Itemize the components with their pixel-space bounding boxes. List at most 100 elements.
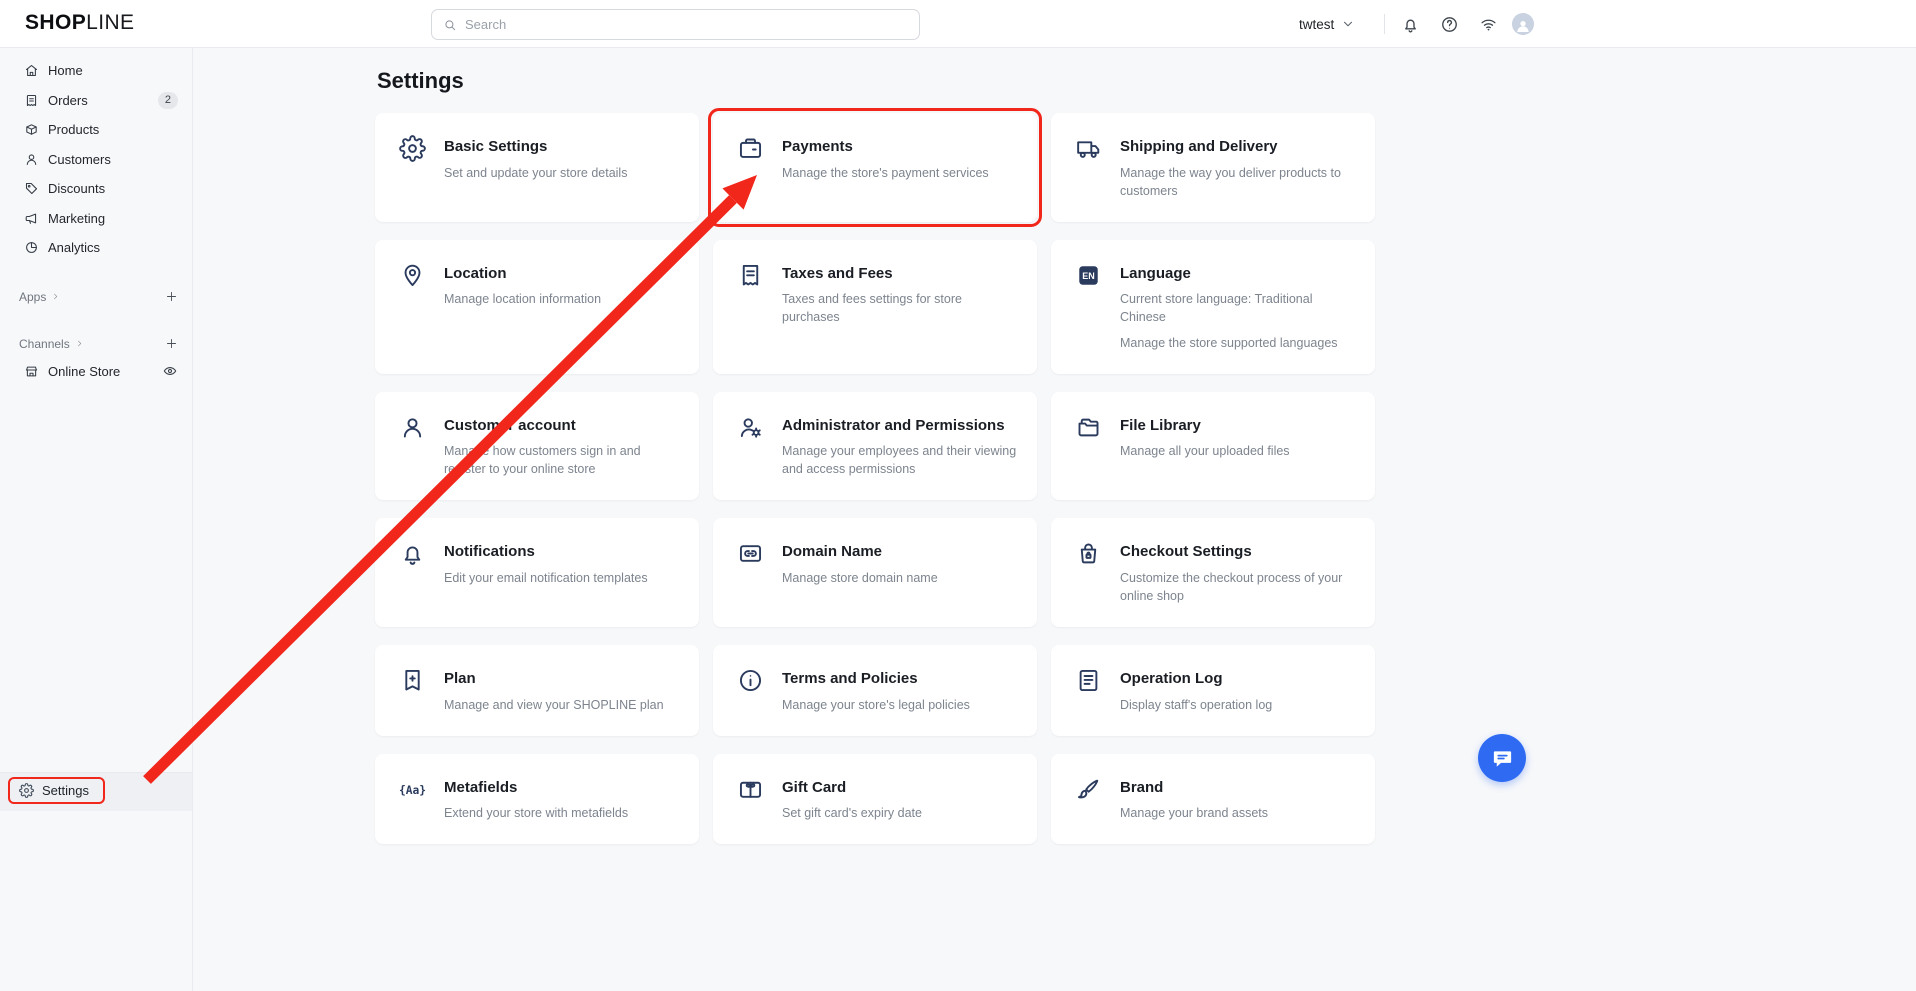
sidebar-item-label: Marketing — [48, 211, 105, 226]
sidebar-group-channels[interactable]: Channels — [0, 334, 192, 354]
help-icon[interactable] — [1440, 15, 1459, 34]
card-desc: Manage how customers sign in and registe… — [444, 442, 685, 478]
marketing-icon — [24, 211, 39, 226]
topbar-icons — [1401, 0, 1498, 48]
card-shipping-and-delivery[interactable]: Shipping and DeliveryManage the way you … — [1051, 113, 1375, 222]
card-administrator-and-permissions[interactable]: Administrator and PermissionsManage your… — [713, 392, 1037, 501]
card-terms-and-policies[interactable]: Terms and PoliciesManage your store's le… — [713, 645, 1037, 736]
card-language[interactable]: EN Language Current store language: Tradit… — [1051, 240, 1375, 374]
card-desc: Display staff's operation log — [1120, 696, 1272, 714]
metafields-icon: {Aa} — [399, 776, 426, 803]
sidebar-item-settings[interactable]: Settings — [8, 777, 105, 804]
wallet-icon — [737, 135, 764, 162]
add-app-button[interactable] — [165, 290, 178, 303]
sidebar-item-label: Settings — [42, 783, 89, 798]
gear-icon — [19, 783, 34, 798]
card-desc: Manage your brand assets — [1120, 804, 1268, 822]
card-operation-log[interactable]: Operation LogDisplay staff's operation l… — [1051, 645, 1375, 736]
card-text: Basic SettingsSet and update your store … — [444, 137, 627, 182]
card-text: Payments Manage the store's payment servi… — [782, 137, 989, 182]
sidebar-item-analytics[interactable]: Analytics — [0, 233, 192, 263]
svg-text:EN: EN — [1082, 271, 1095, 281]
customers-icon — [24, 152, 39, 167]
card-desc: Edit your email notification templates — [444, 569, 648, 587]
card-desc-secondary: Manage the store supported languages — [1120, 334, 1361, 352]
card-title: Plan — [444, 669, 664, 689]
card-title: Basic Settings — [444, 137, 627, 157]
account-menu[interactable]: twtest — [1299, 0, 1355, 48]
account-name: twtest — [1299, 17, 1334, 32]
sidebar-item-products[interactable]: Products — [0, 115, 192, 145]
logo-bold: SHOP — [25, 11, 86, 34]
brush-icon — [1075, 776, 1102, 803]
receipt-icon — [737, 262, 764, 289]
card-desc: Current store language: Traditional Chin… — [1120, 290, 1361, 326]
bell-icon[interactable] — [1401, 15, 1420, 34]
topbar: SHOPLINE twtest — [0, 0, 1916, 48]
card-text: LocationManage location information — [444, 264, 601, 309]
card-text: Terms and PoliciesManage your store's le… — [782, 669, 970, 714]
add-channel-button[interactable] — [165, 337, 178, 350]
gear-icon — [399, 135, 426, 162]
card-desc: Extend your store with metafields — [444, 804, 628, 822]
card-title: Language — [1120, 264, 1361, 284]
sidebar-item-online-store[interactable]: Online Store — [0, 357, 192, 387]
search-icon — [443, 18, 457, 32]
sidebar-item-orders[interactable]: Orders 2 — [0, 86, 192, 116]
card-text: Gift CardSet gift card's expiry date — [782, 778, 922, 823]
card-text: Notifications Edit your email notificatio… — [444, 542, 648, 587]
card-basic-settings[interactable]: Basic SettingsSet and update your store … — [375, 113, 699, 222]
card-customer-account[interactable]: Customer accountManage how customers sig… — [375, 392, 699, 501]
card-title: Brand — [1120, 778, 1268, 798]
card-brand[interactable]: Brand Manage your brand assets — [1051, 754, 1375, 845]
card-payments[interactable]: Payments Manage the store's payment servi… — [713, 113, 1037, 222]
card-title: Payments — [782, 137, 989, 157]
sidebar-item-marketing[interactable]: Marketing — [0, 204, 192, 234]
card-desc: Manage the store's payment services — [782, 164, 989, 182]
sidebar-item-customers[interactable]: Customers — [0, 145, 192, 175]
card-notifications[interactable]: Notifications Edit your email notificatio… — [375, 518, 699, 627]
card-text: Operation LogDisplay staff's operation l… — [1120, 669, 1272, 714]
sidebar-item-label: Analytics — [48, 240, 100, 255]
card-desc: Manage all your uploaded files — [1120, 442, 1290, 460]
card-file-library[interactable]: File LibraryManage all your uploaded fil… — [1051, 392, 1375, 501]
card-gift-card[interactable]: Gift CardSet gift card's expiry date — [713, 754, 1037, 845]
logo-light: LINE — [86, 11, 134, 34]
card-location[interactable]: LocationManage location information — [375, 240, 699, 374]
info-icon — [737, 667, 764, 694]
page-title: Settings — [377, 68, 464, 94]
shopline-logo: SHOPLINE — [25, 11, 134, 35]
chevron-right-icon — [75, 339, 84, 348]
chat-button[interactable] — [1478, 734, 1526, 782]
card-desc: Customize the checkout process of your o… — [1120, 569, 1361, 605]
orders-icon — [24, 93, 39, 108]
home-icon — [24, 63, 39, 78]
card-title: Taxes and Fees — [782, 264, 1023, 284]
card-checkout-settings[interactable]: Checkout SettingsCustomize the checkout … — [1051, 518, 1375, 627]
sidebar-item-discounts[interactable]: Discounts — [0, 174, 192, 204]
avatar[interactable] — [1512, 13, 1534, 35]
orders-count-badge: 2 — [158, 92, 178, 109]
card-title: Notifications — [444, 542, 648, 562]
wifi-icon[interactable] — [1479, 15, 1498, 34]
card-title: Metafields — [444, 778, 628, 798]
sidebar-item-label: Orders — [48, 93, 88, 108]
sidebar-item-home[interactable]: Home — [0, 56, 192, 86]
language-icon: EN — [1075, 262, 1102, 289]
card-metafields[interactable]: {Aa} Metafields Extend your store with met… — [375, 754, 699, 845]
sidebar: Home Orders 2 ProductsCustomersDiscounts Mar… — [0, 48, 193, 991]
checkout-icon — [1075, 540, 1102, 567]
card-desc: Taxes and fees settings for store purcha… — [782, 290, 1023, 326]
search-input[interactable] — [465, 17, 908, 32]
card-taxes-and-fees[interactable]: Taxes and Fees Taxes and fees settings fo… — [713, 240, 1037, 374]
topbar-divider — [1384, 14, 1385, 34]
card-title: Shipping and Delivery — [1120, 137, 1361, 157]
chevron-right-icon — [51, 292, 60, 301]
card-domain-name[interactable]: Domain NameManage store domain name — [713, 518, 1037, 627]
folder-icon — [1075, 414, 1102, 441]
eye-icon[interactable] — [162, 363, 178, 379]
card-text: Taxes and Fees Taxes and fees settings fo… — [782, 264, 1023, 327]
sidebar-group-apps[interactable]: Apps — [0, 287, 192, 307]
card-plan[interactable]: PlanManage and view your SHOPLINE plan — [375, 645, 699, 736]
analytics-icon — [24, 240, 39, 255]
